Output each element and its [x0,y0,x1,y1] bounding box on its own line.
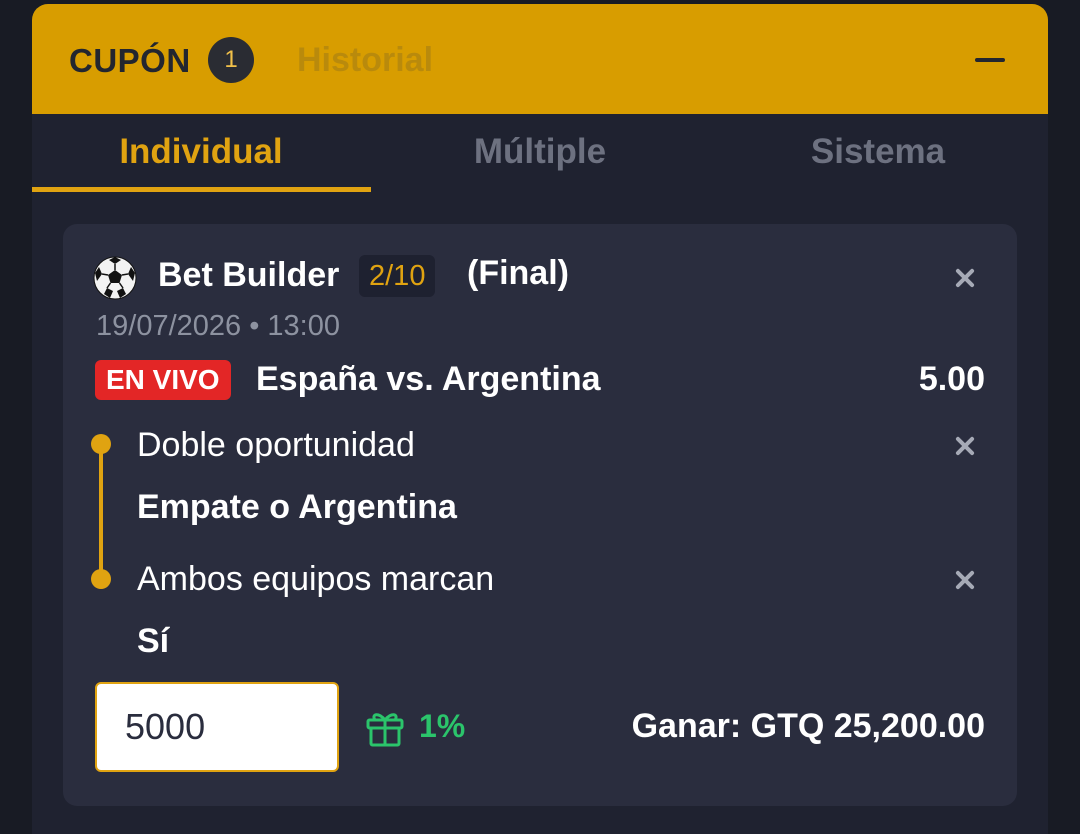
stake-input[interactable] [95,682,339,772]
history-tab[interactable]: Historial [297,41,433,80]
bet-odds: 5.00 [918,360,985,398]
remove-bet-close-icon[interactable] [951,264,979,292]
selection-dot [91,434,111,454]
coupon-title[interactable]: CUPÓN [69,42,191,80]
remove-selection-close-icon[interactable] [951,566,979,594]
tab-multiple[interactable]: Múltiple [371,132,709,172]
selection-pick: Sí [137,622,170,660]
match-datetime: 19/07/2026 • 13:00 [96,310,340,342]
match-teams: España vs. Argentina [256,360,601,398]
match-stage: (Final) [467,254,569,292]
remove-selection-close-icon[interactable] [951,432,979,460]
coupon-count-badge: 1 [208,37,254,83]
selection-market: Ambos equipos marcan [137,560,495,598]
bet-builder-count: 2/10 [359,255,436,297]
potential-win: Ganar: GTQ 25,200.00 [631,707,985,745]
tab-system[interactable]: Sistema [709,132,1047,172]
soccer-ball-icon [93,256,137,300]
betslip-panel: CUPÓN 1 Historial Individual Múltiple Si… [32,4,1048,834]
bet-card: Bet Builder 2/10 (Final) 19/07/2026 • 13… [63,224,1017,806]
bonus-percentage: 1% [419,708,466,744]
betslip-header: CUPÓN 1 Historial [32,4,1048,114]
active-tab-indicator [32,187,371,192]
bet-builder-title: Bet Builder [158,256,340,294]
tab-individual[interactable]: Individual [32,132,370,172]
selection-dot [91,569,111,589]
selection-pick: Empate o Argentina [137,488,457,526]
selection-market: Doble oportunidad [137,426,415,464]
selection-connector-line [99,449,103,579]
live-badge: EN VIVO [95,360,231,400]
gift-icon [366,713,404,747]
minimize-icon[interactable] [975,58,1005,62]
